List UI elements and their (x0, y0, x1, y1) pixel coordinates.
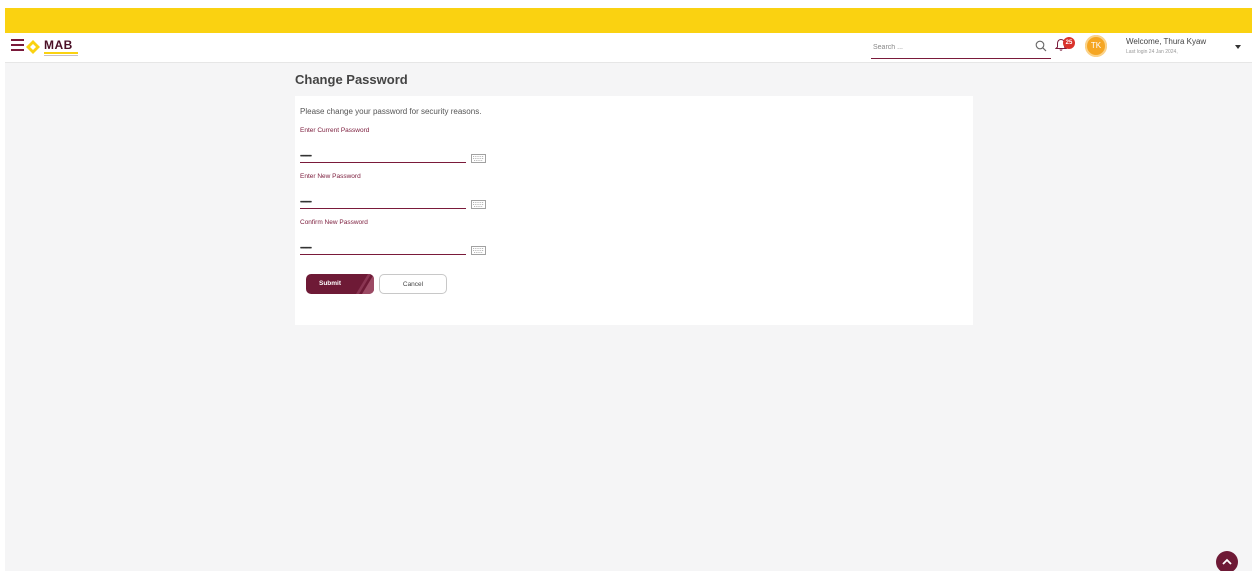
new-password-label: Enter New Password (300, 173, 361, 180)
keyboard-icon[interactable] (471, 246, 486, 255)
keyboard-icon[interactable] (471, 200, 486, 209)
submit-button-label: Submit (318, 280, 342, 287)
logo-tagline (44, 55, 78, 56)
header: MAB 25 TK Welcome, Thura Kyaw Last login… (5, 33, 1252, 63)
hamburger-icon[interactable] (11, 39, 24, 52)
page-title: Change Password (295, 72, 408, 87)
new-password-input[interactable] (300, 195, 450, 211)
confirm-password-input[interactable] (300, 241, 450, 257)
new-password-field (300, 191, 466, 211)
avatar[interactable]: TK (1085, 35, 1107, 57)
last-login-text: Last login 24 Jan 2024, (1126, 49, 1178, 55)
logo-underline (44, 52, 78, 54)
intro-text: Please change your password for security… (300, 107, 482, 116)
confirm-password-field (300, 237, 466, 257)
app-frame: MAB 25 TK Welcome, Thura Kyaw Last login… (5, 8, 1252, 571)
welcome-text: Welcome, Thura Kyaw (1126, 37, 1207, 46)
confirm-password-label: Confirm New Password (300, 219, 368, 226)
current-password-field (300, 145, 466, 165)
cancel-button[interactable]: Cancel (379, 274, 447, 294)
submit-button[interactable]: Submit (306, 274, 374, 294)
chevron-up-icon (1222, 558, 1232, 565)
logo-text: MAB (44, 38, 73, 52)
change-password-card: Please change your password for security… (295, 96, 973, 325)
top-brand-bar (5, 8, 1252, 33)
keyboard-icon[interactable] (471, 154, 486, 163)
search-box (871, 36, 1051, 59)
logo-icon (26, 40, 40, 54)
logo[interactable]: MAB (26, 37, 86, 57)
current-password-input[interactable] (300, 149, 450, 165)
button-stripe-decoration (356, 274, 374, 294)
current-password-label: Enter Current Password (300, 127, 370, 134)
search-input[interactable] (871, 37, 1023, 58)
scroll-to-top-button[interactable] (1216, 551, 1238, 571)
notification-badge: 25 (1063, 37, 1075, 49)
search-icon[interactable] (1035, 40, 1047, 52)
caret-down-icon[interactable] (1234, 44, 1242, 50)
